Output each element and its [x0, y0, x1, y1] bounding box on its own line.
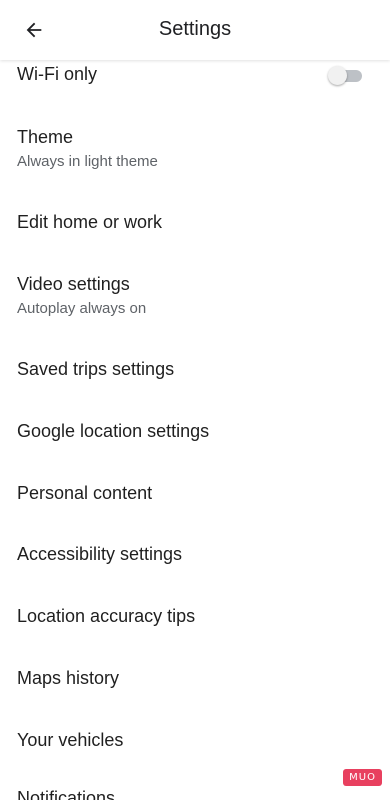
setting-label: Theme: [17, 127, 74, 147]
setting-notifications[interactable]: Notifications: [0, 780, 390, 800]
setting-google-location[interactable]: Google location settings: [0, 409, 390, 459]
setting-personal-content[interactable]: Personal content: [0, 471, 390, 521]
setting-label: Personal content: [17, 483, 153, 503]
setting-wifi-only[interactable]: Wi-Fi only: [0, 60, 390, 100]
setting-label: Edit home or work: [17, 212, 163, 232]
watermark-logo: MUO: [343, 769, 382, 786]
setting-edit-home-work[interactable]: Edit home or work: [0, 200, 390, 250]
setting-subtitle: Autoplay always on: [17, 300, 147, 317]
setting-accessibility[interactable]: Accessibility settings: [0, 532, 390, 582]
setting-label: Video settings: [17, 274, 130, 294]
setting-label: Saved trips settings: [17, 359, 175, 379]
setting-label: Google location settings: [17, 421, 210, 441]
setting-label: Your vehicles: [17, 730, 124, 750]
setting-location-accuracy[interactable]: Location accuracy tips: [0, 594, 390, 644]
setting-label: Location accuracy tips: [17, 606, 196, 626]
page-title: Settings: [158, 18, 232, 40]
setting-video[interactable]: Video settings Autoplay always on: [0, 262, 390, 332]
setting-label: Maps history: [17, 668, 120, 688]
setting-theme[interactable]: Theme Always in light theme: [0, 115, 390, 185]
setting-subtitle: Always in light theme: [17, 153, 158, 170]
setting-label: Wi-Fi only: [17, 64, 97, 84]
app-bar: Settings: [0, 0, 390, 60]
setting-your-vehicles[interactable]: Your vehicles: [0, 718, 390, 768]
wifi-only-toggle[interactable]: [328, 66, 362, 85]
setting-saved-trips[interactable]: Saved trips settings: [0, 347, 390, 397]
toggle-knob: [328, 66, 347, 85]
setting-label: Notifications: [17, 788, 116, 800]
setting-label: Accessibility settings: [17, 544, 183, 564]
setting-maps-history[interactable]: Maps history: [0, 656, 390, 706]
